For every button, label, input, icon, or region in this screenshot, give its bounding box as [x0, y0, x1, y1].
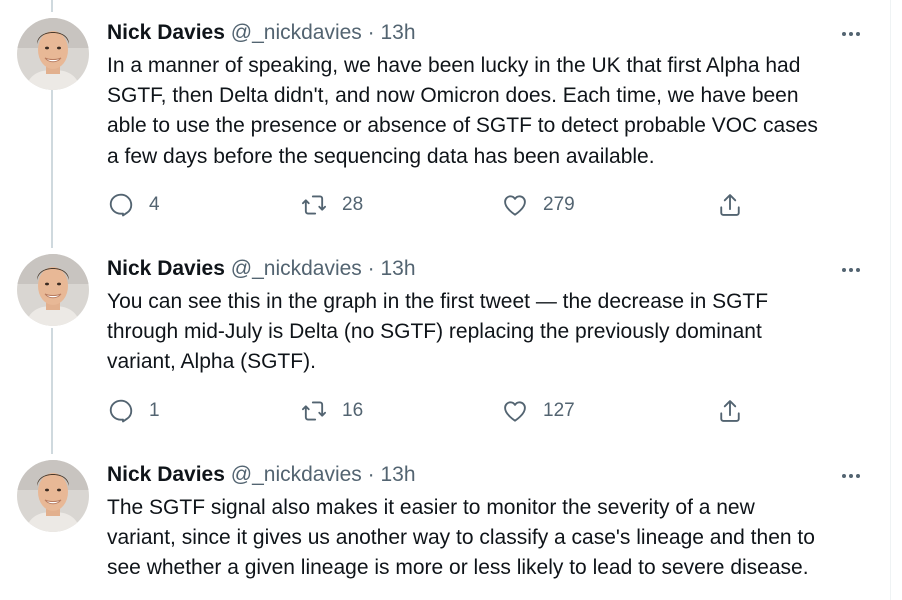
retweet-count: 28	[342, 194, 364, 215]
thread-line	[51, 0, 53, 12]
timeline-border	[890, 0, 891, 600]
more-icon[interactable]	[836, 262, 866, 278]
like-button[interactable]: 127	[501, 396, 575, 426]
author-handle[interactable]: @_nickdavies	[231, 463, 362, 486]
heart-icon	[504, 195, 526, 216]
avatar[interactable]	[17, 18, 89, 90]
reply-count: 4	[149, 194, 160, 215]
timestamp[interactable]: 13h	[381, 257, 416, 280]
author-name[interactable]: Nick Davies	[107, 257, 225, 280]
tweet-text-line: variant, since it gives us another way t…	[107, 526, 815, 550]
like-button[interactable]: 279	[501, 190, 575, 220]
tweet-text: The SGTF signal also makes it easier to …	[107, 493, 877, 584]
share-icon	[720, 400, 740, 422]
author-handle[interactable]: @_nickdavies	[231, 257, 362, 280]
retweet-icon	[301, 401, 327, 421]
heart-icon	[504, 401, 526, 422]
retweet-button[interactable]: 16	[300, 396, 363, 426]
tweet-header: Nick Davies @_nickdavies · 13h	[107, 256, 416, 282]
avatar[interactable]	[17, 254, 89, 326]
like-count: 127	[543, 400, 575, 421]
avatar[interactable]	[17, 460, 89, 532]
tweet-text: You can see this in the graph in the fir…	[107, 287, 877, 378]
author-name[interactable]: Nick Davies	[107, 21, 225, 44]
author-name[interactable]: Nick Davies	[107, 463, 225, 486]
separator: ·	[367, 463, 375, 486]
timestamp[interactable]: 13h	[381, 21, 416, 44]
retweet-button[interactable]: 28	[300, 190, 363, 220]
reply-icon	[109, 399, 133, 423]
tweet-text-line: through mid-July is Delta (no SGTF) repl…	[107, 320, 762, 344]
tweet-text-line: In a manner of speaking, we have been lu…	[107, 54, 801, 77]
like-count: 279	[543, 194, 575, 215]
tweet-header: Nick Davies @_nickdavies · 13h	[107, 462, 416, 488]
avatar-image	[17, 254, 89, 326]
separator: ·	[367, 257, 375, 280]
tweet-text-line: variant, Alpha (SGTF).	[107, 350, 316, 374]
timestamp[interactable]: 13h	[381, 463, 416, 486]
retweet-count: 16	[342, 400, 364, 421]
more-icon[interactable]	[836, 468, 866, 484]
tweet[interactable]: Nick Davies @_nickdavies · 13h You can s…	[0, 254, 890, 446]
avatar-image	[17, 460, 89, 532]
tweet-text-line: SGTF, then Delta didn't, and now Omicron…	[107, 84, 799, 108]
tweet[interactable]: Nick Davies @_nickdavies · 13h The SGTF …	[0, 460, 890, 600]
share-button[interactable]	[716, 396, 744, 426]
separator: ·	[367, 21, 375, 44]
share-icon	[720, 194, 740, 216]
tweet-text-line: You can see this in the graph in the fir…	[107, 290, 769, 313]
author-handle[interactable]: @_nickdavies	[231, 21, 362, 44]
tweet-text-line: The SGTF signal also makes it easier to …	[107, 496, 755, 519]
tweet-text-line: able to use the presence or absence of S…	[107, 114, 818, 138]
tweet-text-line: a few days before the sequencing data ha…	[107, 144, 655, 168]
more-icon[interactable]	[836, 26, 866, 42]
tweet-text: In a manner of speaking, we have been lu…	[107, 51, 877, 172]
share-button[interactable]	[716, 190, 744, 220]
reply-button[interactable]: 1	[107, 396, 160, 426]
tweet[interactable]: Nick Davies @_nickdavies · 13h In a mann…	[0, 18, 890, 230]
tweet-text-line: see whether a given lineage is more or l…	[107, 556, 809, 580]
avatar-image	[17, 18, 89, 90]
reply-icon	[109, 193, 133, 217]
reply-button[interactable]: 4	[107, 190, 160, 220]
retweet-icon	[301, 195, 327, 215]
reply-count: 1	[149, 400, 160, 421]
tweet-header: Nick Davies @_nickdavies · 13h	[107, 20, 416, 46]
